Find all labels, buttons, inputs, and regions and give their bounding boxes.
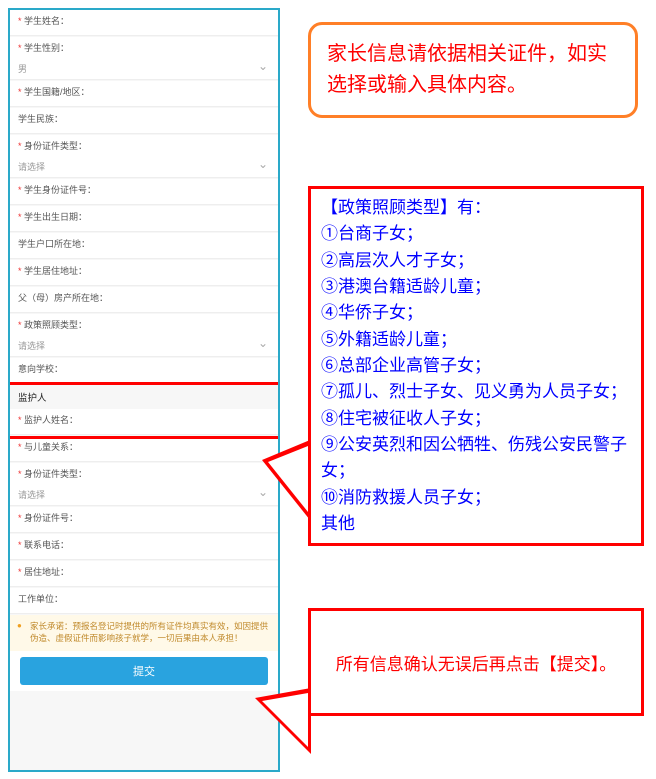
- pointer-to-submit: [255, 688, 311, 754]
- student-label-11: 意向学校：: [18, 362, 270, 381]
- guardian-field-5[interactable]: 工作单位：: [10, 588, 278, 614]
- student-field-8[interactable]: 学生居住地址：: [10, 260, 278, 286]
- guardian-label-1: 身份证件类型：: [18, 467, 270, 486]
- guardian-field-1[interactable]: 身份证件类型：请选择: [10, 463, 278, 506]
- parent-declaration: 家长承诺：预报名登记时提供的所有证件均真实有效，如因提供伪造、虚假证件而影响孩子…: [10, 615, 278, 651]
- registration-form-panel: 学生姓名：学生性别：男学生国籍/地区：学生民族：身份证件类型：请选择学生身份证件…: [8, 8, 280, 772]
- callout-policy-types: 【政策照顾类型】有： ①台商子女；②高层次人才子女；③港澳台籍适龄儿童；④华侨子…: [308, 186, 644, 546]
- guardian-field-0[interactable]: 与儿童关系：: [10, 436, 278, 462]
- student-value-10: 请选择: [18, 337, 270, 354]
- guardian-label-2: 身份证件号：: [18, 511, 270, 530]
- student-label-8: 学生居住地址：: [18, 264, 270, 283]
- guardian-value-1: 请选择: [18, 486, 270, 503]
- student-label-3: 学生民族：: [18, 112, 270, 131]
- student-field-4[interactable]: 身份证件类型：请选择: [10, 135, 278, 178]
- student-fields: 学生姓名：学生性别：男学生国籍/地区：学生民族：身份证件类型：请选择学生身份证件…: [10, 10, 278, 384]
- guardian-label-5: 工作单位：: [18, 592, 270, 611]
- policy-item-0: ①台商子女；: [321, 221, 631, 247]
- callout-confirm-text: 所有信息确认无误后再点击【提交】。: [336, 650, 617, 675]
- pointer-to-guardian: [262, 440, 310, 520]
- student-label-6: 学生出生日期：: [18, 210, 270, 229]
- policy-item-9: ⑩消防救援人员子女；: [321, 485, 631, 511]
- student-label-10: 政策照顾类型：: [18, 318, 270, 337]
- student-label-5: 学生身份证件号：: [18, 183, 270, 202]
- callout-confirm-tip: 所有信息确认无误后再点击【提交】。: [308, 608, 644, 716]
- student-field-7[interactable]: 学生户口所在地：: [10, 233, 278, 259]
- guardian-section-highlight: 监护人 监护人姓名：: [8, 382, 280, 439]
- student-label-4: 身份证件类型：: [18, 139, 270, 158]
- student-field-1[interactable]: 学生性别：男: [10, 37, 278, 80]
- guardian-label-3: 联系电话：: [18, 538, 270, 557]
- student-value-1: 男: [18, 60, 270, 77]
- policy-item-5: ⑥总部企业高管子女；: [321, 353, 631, 379]
- student-field-0[interactable]: 学生姓名：: [10, 10, 278, 36]
- policy-item-3: ④华侨子女；: [321, 300, 631, 326]
- policy-item-7: ⑧住宅被征收人子女；: [321, 406, 631, 432]
- policy-title: 【政策照顾类型】有：: [321, 195, 631, 221]
- guardian-fields: 与儿童关系： 身份证件类型：请选择身份证件号： 联系电话： 居住地址： 工作单位：: [10, 436, 278, 614]
- policy-item-1: ②高层次人才子女；: [321, 248, 631, 274]
- guardian-name-label: 监护人姓名：: [18, 413, 270, 432]
- student-field-11[interactable]: 意向学校：: [10, 358, 278, 384]
- policy-item-2: ③港澳台籍适龄儿童；: [321, 274, 631, 300]
- student-label-7: 学生户口所在地：: [18, 237, 270, 256]
- student-label-1: 学生性别：: [18, 41, 270, 60]
- submit-button[interactable]: 提交: [20, 657, 268, 685]
- callout-guardian-tip: 家长信息请依据相关证件，如实选择或输入具体内容。: [308, 22, 638, 118]
- guardian-label-4: 居住地址：: [18, 565, 270, 584]
- student-label-0: 学生姓名：: [18, 14, 270, 33]
- guardian-field-3[interactable]: 联系电话：: [10, 534, 278, 560]
- student-value-4: 请选择: [18, 158, 270, 175]
- guardian-label-0: 与儿童关系：: [18, 440, 270, 459]
- policy-item-10: 其他: [321, 511, 631, 537]
- student-field-5[interactable]: 学生身份证件号：: [10, 179, 278, 205]
- student-field-3[interactable]: 学生民族：: [10, 108, 278, 134]
- policy-item-4: ⑤外籍适龄儿童；: [321, 327, 631, 353]
- guardian-field-4[interactable]: 居住地址：: [10, 561, 278, 587]
- student-field-6[interactable]: 学生出生日期：: [10, 206, 278, 232]
- student-label-9: 父（母）房产所在地：: [18, 291, 270, 310]
- guardian-name-field[interactable]: 监护人姓名：: [10, 409, 278, 435]
- student-field-9[interactable]: 父（母）房产所在地：: [10, 287, 278, 313]
- guardian-field-2[interactable]: 身份证件号：: [10, 507, 278, 533]
- policy-item-8: ⑨公安英烈和因公牺牲、伤残公安民警子女；: [321, 432, 631, 485]
- student-field-2[interactable]: 学生国籍/地区：: [10, 81, 278, 107]
- guardian-section-title: 监护人: [10, 385, 278, 409]
- submit-wrap: 提交: [10, 651, 278, 691]
- student-field-10[interactable]: 政策照顾类型：请选择: [10, 314, 278, 357]
- policy-list: ①台商子女；②高层次人才子女；③港澳台籍适龄儿童；④华侨子女；⑤外籍适龄儿童；⑥…: [321, 221, 631, 537]
- policy-item-6: ⑦孤儿、烈士子女、见义勇为人员子女；: [321, 379, 631, 405]
- student-label-2: 学生国籍/地区：: [18, 85, 270, 104]
